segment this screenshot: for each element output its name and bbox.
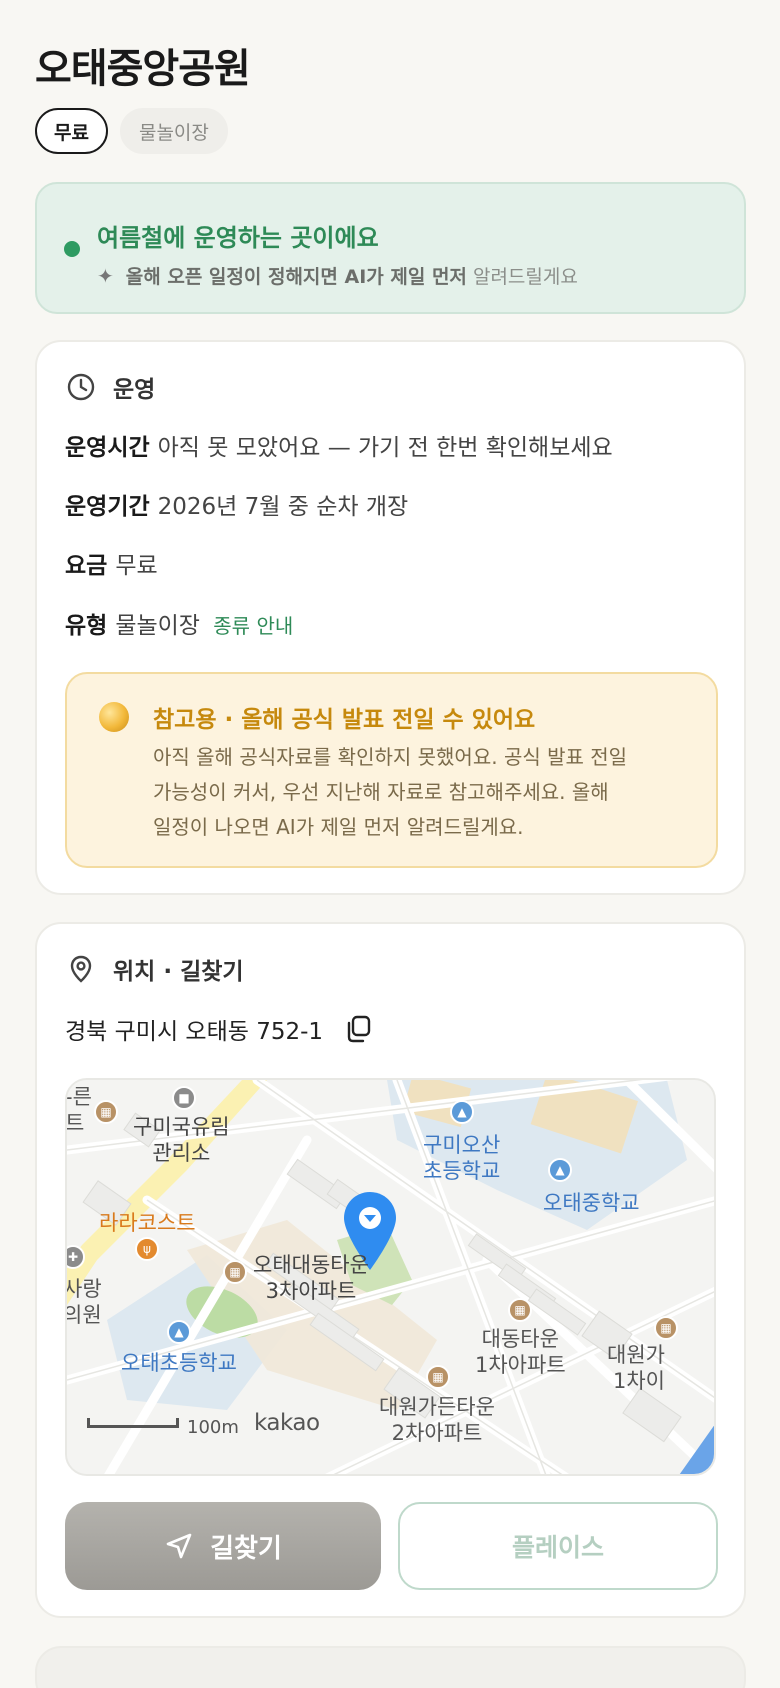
- info-value: 물놀이장: [115, 613, 200, 639]
- apartment-icon: ▦: [94, 1100, 118, 1124]
- map-label: -른 트: [65, 1085, 92, 1135]
- season-title: 여름철에 운영하는 곳이에요: [97, 224, 379, 252]
- map-label: 구미오산 초등학교: [423, 1133, 501, 1183]
- info-value: 무료: [115, 553, 158, 579]
- coin-icon: [99, 702, 129, 732]
- operation-card: 운영 운영시간 아직 못 모았어요 — 가기 전 한번 확인해보세요 운영기간 20…: [35, 340, 746, 895]
- type-guide-link[interactable]: 종류 안내: [213, 614, 293, 638]
- season-sub-light: 알려드릴게요: [472, 266, 578, 288]
- map-label: 대동타운 1차아파트: [475, 1327, 566, 1377]
- apartment-icon: ▦: [508, 1298, 532, 1322]
- map-label: 구미국유림 관리소: [133, 1115, 230, 1165]
- info-row-type: 유형 물놀이장 종류 안내: [65, 606, 293, 640]
- info-key: 유형: [65, 613, 108, 639]
- operation-heading-label: 운영: [113, 377, 156, 403]
- info-row-period: 운영기간 2026년 7월 중 순차 개장: [65, 487, 408, 521]
- place-button[interactable]: 플레이스: [398, 1502, 718, 1590]
- map-scale-bar: [87, 1418, 179, 1428]
- reference-notice: 참고용 · 올해 공식 발표 전일 수 있어요 아직 올해 공식자료를 확인하지…: [65, 672, 718, 868]
- navigate-icon: [166, 1533, 192, 1559]
- notice-line: 일정이 나오면 AI가 제일 먼저 알려드릴게요.: [153, 815, 524, 839]
- apartment-icon: ▦: [223, 1260, 247, 1284]
- notice-line: 아직 올해 공식자료를 확인하지 못했어요. 공식 발표 전일: [153, 745, 628, 769]
- next-card: [35, 1646, 746, 1688]
- location-heading-label: 위치 · 길찾기: [113, 959, 244, 985]
- poi-icon: ■: [172, 1086, 196, 1110]
- notice-title: 참고용 · 올해 공식 발표 전일 수 있어요: [153, 707, 536, 733]
- map-label: 사랑 의원: [65, 1277, 102, 1327]
- map-label: 라라코스트: [99, 1211, 196, 1235]
- restaurant-icon: ψ: [135, 1237, 159, 1261]
- season-banner: 여름철에 운영하는 곳이에요 ✦ 올해 오픈 일정이 정해지면 AI가 제일 먼…: [35, 182, 746, 314]
- copy-icon[interactable]: [343, 1014, 373, 1044]
- info-key: 요금: [65, 553, 108, 579]
- tag-chips: 무료 물놀이장: [35, 108, 228, 154]
- season-sub-bold: 올해 오픈 일정이 정해지면 AI가 제일 먼저: [125, 266, 467, 288]
- location-card: 위치 · 길찾기 경북 구미시 오태동 752-1 ■ ▦ ▲ ▲ ψ ✚ ▦ …: [35, 922, 746, 1618]
- info-key: 운영시간: [65, 435, 150, 461]
- chip-type[interactable]: 물놀이장: [119, 108, 228, 154]
- info-row-fee: 요금 무료: [65, 546, 158, 580]
- address-text: 경북 구미시 오태동 752-1: [65, 1019, 324, 1045]
- place-button-label: 플레이스: [511, 1534, 604, 1562]
- map-label: 오태대동타운 3차아파트: [253, 1253, 369, 1303]
- map-provider-logo: kakao: [254, 1410, 320, 1436]
- apartment-icon: ▦: [426, 1365, 450, 1389]
- pin-icon: [70, 955, 92, 983]
- map[interactable]: ■ ▦ ▲ ▲ ψ ✚ ▦ ▲ ▦ ▦ ▦ -른 트 구미국유림 관리소 구미오…: [65, 1078, 716, 1476]
- apartment-icon: ▦: [654, 1316, 678, 1340]
- sparkle-icon: ✦: [97, 263, 114, 288]
- clock-icon: [67, 373, 95, 401]
- map-label: 오태초등학교: [121, 1351, 237, 1375]
- info-value: 아직 못 모았어요 — 가기 전 한번 확인해보세요: [157, 435, 613, 461]
- route-button[interactable]: 길찾기: [65, 1502, 381, 1590]
- location-heading: 위치 · 길찾기: [65, 952, 244, 986]
- route-button-label: 길찾기: [210, 1532, 282, 1563]
- school-icon: ▲: [167, 1320, 191, 1344]
- info-value: 2026년 7월 중 순차 개장: [157, 494, 409, 520]
- season-subtitle: ✦ 올해 오픈 일정이 정해지면 AI가 제일 먼저 알려드릴게요: [97, 262, 578, 289]
- operation-heading: 운영: [65, 370, 155, 404]
- map-label: 대원가 1차이: [607, 1343, 665, 1393]
- map-label: 오태중학교: [543, 1191, 640, 1215]
- chip-free[interactable]: 무료: [35, 108, 108, 154]
- notice-body: 아직 올해 공식자료를 확인하지 못했어요. 공식 발표 전일 가능성이 커서,…: [153, 740, 673, 845]
- address: 경북 구미시 오태동 752-1: [65, 1012, 373, 1046]
- info-row-hours: 운영시간 아직 못 모았어요 — 가기 전 한번 확인해보세요: [65, 428, 613, 462]
- map-scale-label: 100m: [187, 1417, 239, 1438]
- school-icon: ▲: [450, 1100, 474, 1124]
- status-dot: [64, 241, 80, 257]
- map-label: 대원가든타운 2차아파트: [379, 1395, 495, 1445]
- school-icon: ▲: [548, 1158, 572, 1182]
- info-key: 운영기간: [65, 494, 150, 520]
- notice-line: 가능성이 커서, 우선 지난해 자료로 참고해주세요. 올해: [153, 780, 609, 804]
- page-title: 오태중앙공원: [35, 46, 251, 92]
